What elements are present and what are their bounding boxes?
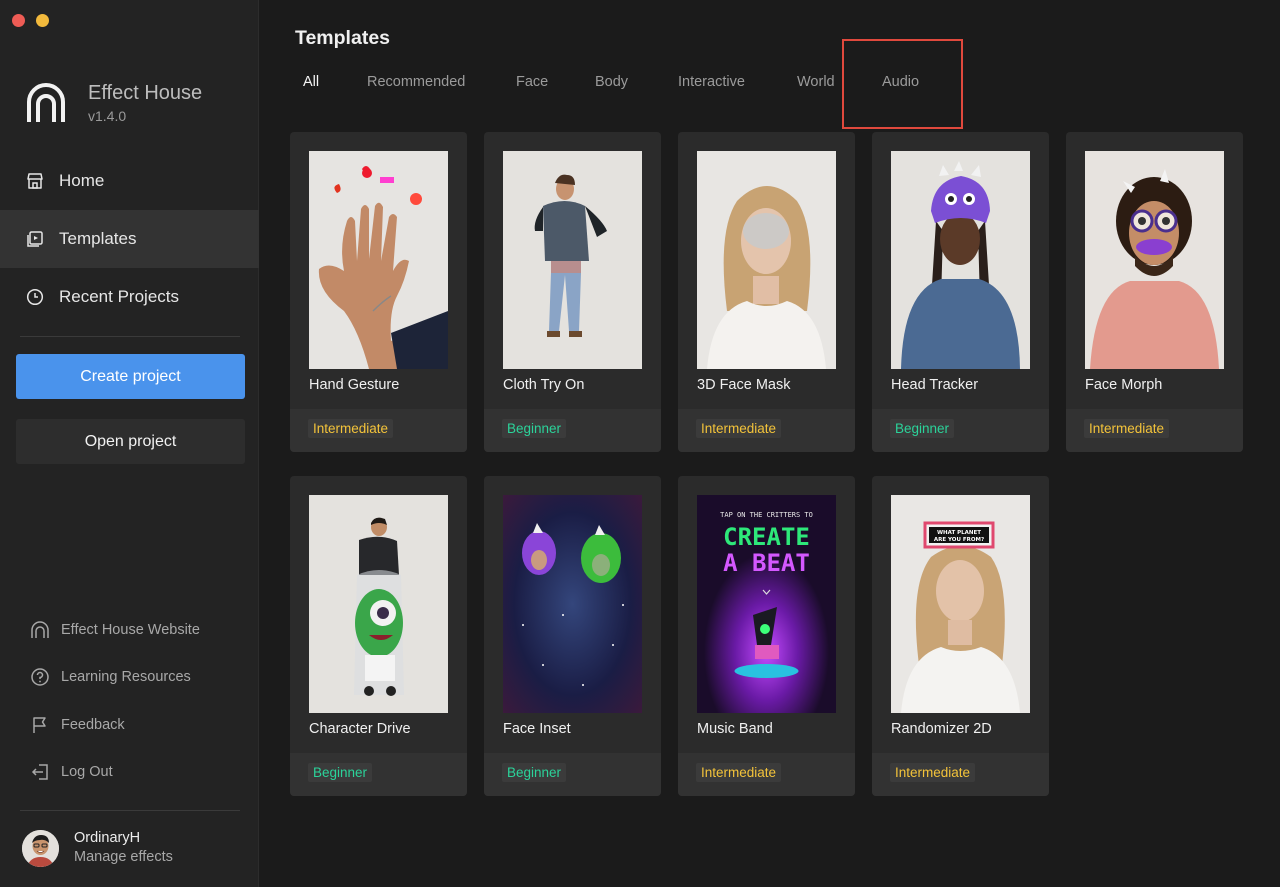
template-thumbnail: TAP ON THE CRITTERS TO CREATE A BEAT: [697, 495, 836, 713]
sidebar-item-templates[interactable]: Templates: [0, 210, 259, 268]
link-label: Effect House Website: [61, 621, 200, 638]
difficulty-badge: Beginner: [308, 763, 373, 782]
difficulty-badge: Intermediate: [696, 419, 782, 438]
sidebar-item-label: Home: [59, 171, 105, 190]
template-card-3d-face-mask[interactable]: 3D Face Mask Intermediate: [678, 132, 855, 452]
template-thumbnail: [309, 495, 448, 713]
template-title: Face Inset: [503, 721, 571, 737]
effect-house-website-link[interactable]: Effect House Website: [30, 606, 200, 654]
template-card-face-inset[interactable]: Face Inset Beginner: [484, 476, 661, 796]
template-thumbnail: [309, 151, 448, 369]
help-icon: [31, 668, 49, 686]
avatar: [22, 829, 59, 867]
window-controls: [12, 14, 49, 27]
template-footer: Intermediate: [872, 753, 1049, 796]
sidebar-item-label: Recent Projects: [59, 287, 179, 306]
link-label: Log Out: [61, 764, 113, 781]
tab-world[interactable]: World: [797, 74, 835, 90]
user-profile[interactable]: OrdinaryH Manage effects: [22, 829, 173, 867]
music-band-caption: TAP ON THE CRITTERS TO: [720, 511, 813, 519]
main-content: Templates All Recommended Face Body Inte…: [260, 0, 1280, 887]
home-icon: [27, 173, 43, 189]
app-version: v1.4.0: [88, 107, 127, 124]
sidebar-links: Effect House Website Learning Resources …: [30, 606, 200, 796]
difficulty-badge: Intermediate: [696, 763, 782, 782]
minimize-window-button[interactable]: [36, 14, 49, 27]
tab-audio[interactable]: Audio: [882, 74, 919, 90]
link-label: Learning Resources: [61, 669, 191, 686]
sidebar: Effect House v1.4.0 Home Templates Recen…: [0, 0, 259, 887]
template-thumbnail: [503, 495, 642, 713]
template-footer: Beginner: [484, 409, 661, 452]
divider: [20, 336, 240, 337]
flag-icon: [33, 717, 46, 733]
template-title: 3D Face Mask: [697, 377, 791, 393]
difficulty-badge: Beginner: [502, 763, 567, 782]
template-card-cloth-try-on[interactable]: Cloth Try On Beginner: [484, 132, 661, 452]
template-card-randomizer-2d[interactable]: WHAT PLANET ARE YOU FROM? Randomizer 2D …: [872, 476, 1049, 796]
template-thumbnail: [697, 151, 836, 369]
randomizer-sign-line-1: WHAT PLANET: [937, 530, 981, 536]
templates-icon: [27, 231, 43, 247]
template-title: Head Tracker: [891, 377, 979, 393]
tab-face[interactable]: Face: [516, 74, 548, 90]
template-title: Randomizer 2D: [891, 721, 992, 737]
app-name: Effect House: [88, 81, 203, 104]
template-footer: Intermediate: [678, 409, 855, 452]
sidebar-item-recent-projects[interactable]: Recent Projects: [0, 268, 259, 326]
template-footer: Intermediate: [1066, 409, 1243, 452]
page-title: Templates: [295, 27, 391, 49]
feedback-link[interactable]: Feedback: [30, 701, 200, 749]
learning-resources-link[interactable]: Learning Resources: [30, 654, 200, 702]
app-window: Effect House v1.4.0 Home Templates Recen…: [0, 0, 1280, 887]
clock-icon: [26, 288, 44, 306]
music-band-headline-2: A BEAT: [723, 549, 810, 577]
arch-icon: [31, 621, 49, 638]
difficulty-badge: Beginner: [502, 419, 567, 438]
template-thumbnail: [1085, 151, 1224, 369]
sidebar-nav: Home Templates Recent Projects: [0, 152, 259, 326]
sidebar-item-label: Templates: [59, 229, 137, 248]
template-card-face-morph[interactable]: Face Morph Intermediate: [1066, 132, 1243, 452]
template-title: Hand Gesture: [309, 377, 400, 393]
template-title: Face Morph: [1085, 377, 1163, 393]
template-thumbnail: WHAT PLANET ARE YOU FROM?: [891, 495, 1030, 713]
effect-house-logo-icon: [27, 83, 65, 122]
tab-body[interactable]: Body: [595, 74, 628, 90]
template-card-character-drive[interactable]: Character Drive Beginner: [290, 476, 467, 796]
template-footer: Beginner: [290, 753, 467, 796]
template-footer: Beginner: [872, 409, 1049, 452]
template-footer: Intermediate: [678, 753, 855, 796]
template-title: Character Drive: [309, 721, 411, 737]
close-window-button[interactable]: [12, 14, 25, 27]
difficulty-badge: Intermediate: [1084, 419, 1170, 438]
difficulty-badge: Intermediate: [308, 419, 394, 438]
template-footer: Beginner: [484, 753, 661, 796]
difficulty-badge: Beginner: [890, 419, 955, 438]
open-project-button[interactable]: Open project: [16, 419, 245, 464]
logout-icon: [31, 764, 48, 780]
tab-recommended[interactable]: Recommended: [367, 74, 465, 90]
tab-all[interactable]: All: [303, 74, 319, 90]
template-title: Cloth Try On: [503, 377, 585, 393]
tab-interactive[interactable]: Interactive: [678, 74, 745, 90]
template-title: Music Band: [697, 721, 773, 737]
user-name: OrdinaryH: [74, 830, 141, 846]
log-out-link[interactable]: Log Out: [30, 749, 200, 797]
template-card-hand-gesture[interactable]: Hand Gesture Intermediate: [290, 132, 467, 452]
music-band-headline-1: CREATE: [723, 523, 810, 551]
manage-effects-link[interactable]: Manage effects: [74, 847, 173, 867]
create-project-button[interactable]: Create project: [16, 354, 245, 399]
template-card-head-tracker[interactable]: Head Tracker Beginner: [872, 132, 1049, 452]
randomizer-sign-line-2: ARE YOU FROM?: [934, 537, 984, 543]
template-thumbnail: [503, 151, 642, 369]
difficulty-badge: Intermediate: [890, 763, 976, 782]
template-card-music-band[interactable]: TAP ON THE CRITTERS TO CREATE A BEAT Mus…: [678, 476, 855, 796]
link-label: Feedback: [61, 716, 125, 733]
sidebar-item-home[interactable]: Home: [0, 152, 259, 210]
template-footer: Intermediate: [290, 409, 467, 452]
brand: Effect House v1.4.0: [26, 80, 202, 124]
template-thumbnail: [891, 151, 1030, 369]
divider: [20, 810, 240, 811]
